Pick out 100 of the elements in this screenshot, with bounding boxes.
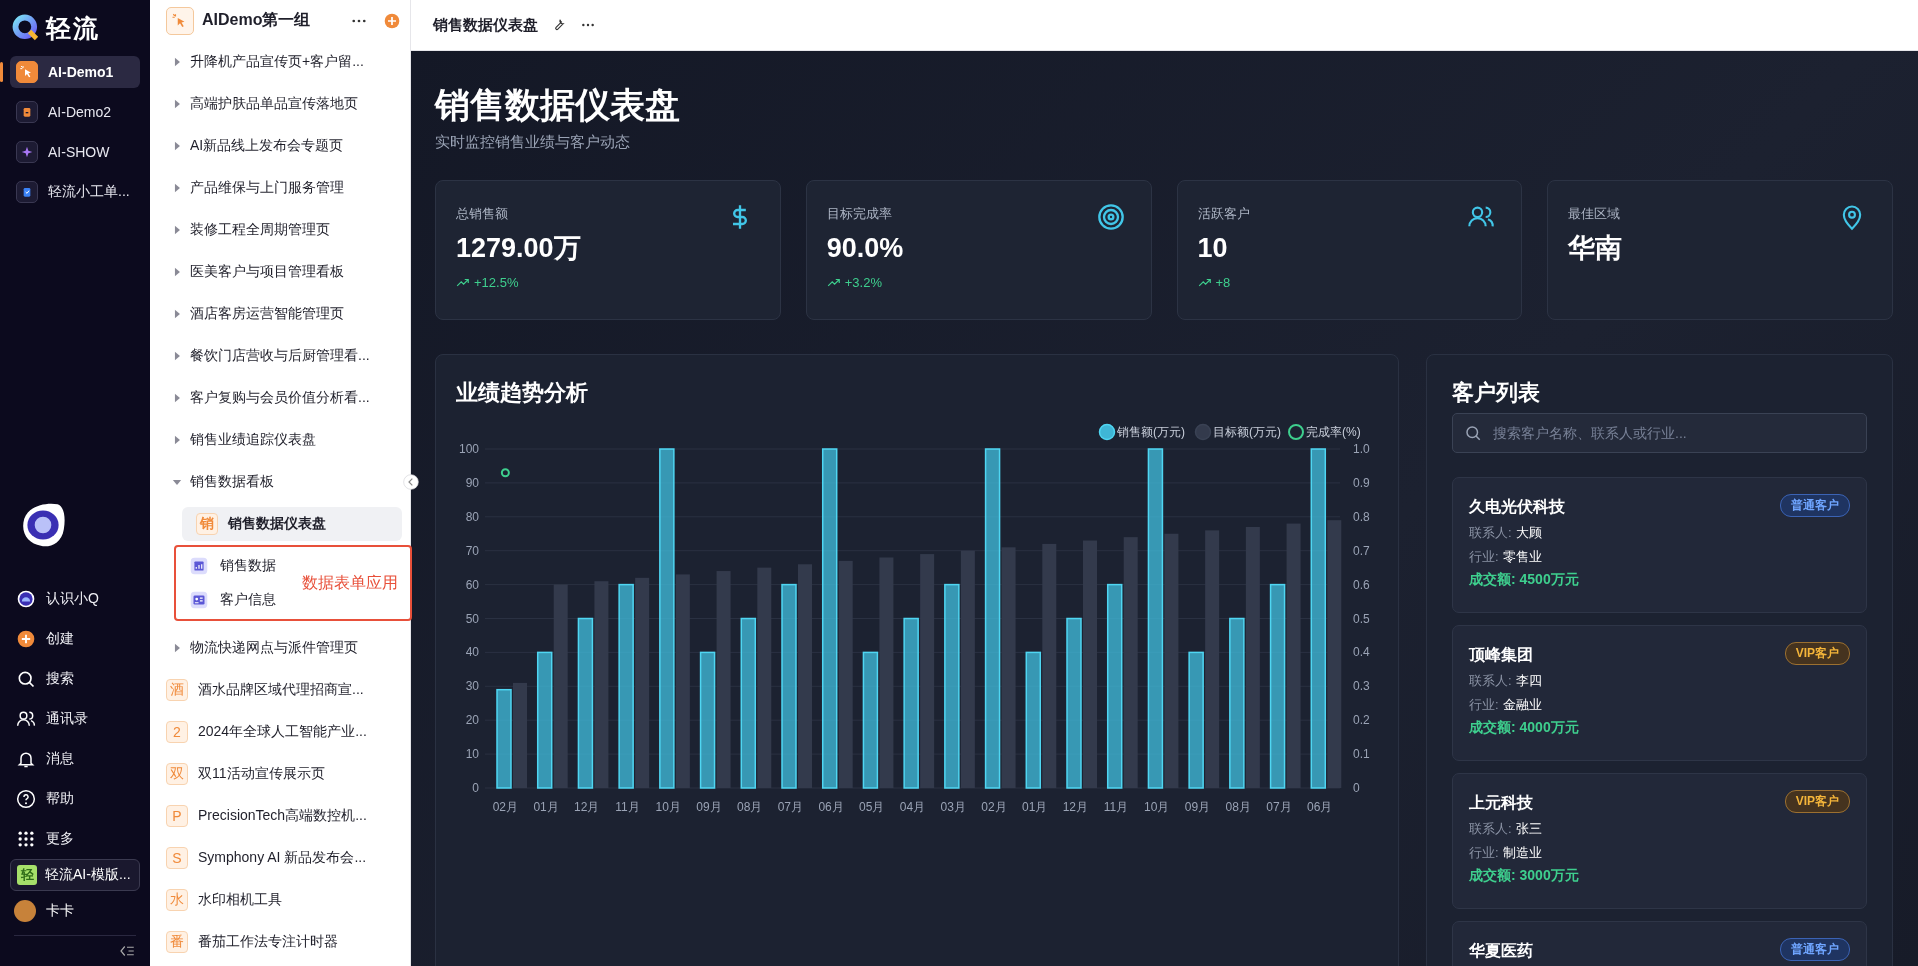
- axis-tick-label: 01月: [533, 800, 559, 814]
- axis-tick-label: 03月: [940, 800, 966, 814]
- customer-name: 华夏医药: [1469, 941, 1533, 961]
- axis-tick-label: 0.6: [1353, 577, 1370, 592]
- tree-item[interactable]: 销售数据: [176, 549, 276, 583]
- app-item[interactable]: AI-Demo1: [10, 56, 140, 88]
- axis-tick-label: 10月: [1144, 800, 1170, 814]
- axis-tick-label: 0.2: [1353, 713, 1370, 728]
- app-item[interactable]: AI-Demo2: [10, 96, 140, 128]
- tree-folder[interactable]: 酒店客房运营智能管理页: [150, 293, 410, 335]
- axis-tick-label: 60: [465, 577, 479, 592]
- tree-folder[interactable]: 餐饮门店营收与后厨管理看...: [150, 335, 410, 377]
- kpi-label: 活跃客户: [1197, 205, 1250, 223]
- axis-tick-label: 30: [465, 679, 479, 694]
- axis-tick-label: 05月: [859, 800, 885, 814]
- axis-tick-label: 1.0: [1353, 442, 1370, 456]
- tree-folder[interactable]: 销售数据看板: [150, 461, 410, 503]
- axis-tick-label: 07月: [1266, 800, 1292, 814]
- customer-name: 上元科技: [1469, 793, 1533, 813]
- axis-tick-label: 11月: [1103, 800, 1129, 814]
- tree-item[interactable]: S Symphony AI 新品发布会...: [150, 837, 410, 879]
- axis-tick-label: 02月: [981, 800, 1007, 814]
- axis-tick-label: 0.4: [1353, 645, 1370, 660]
- field-value: 制造业: [1502, 844, 1542, 862]
- template-item[interactable]: 轻 轻流AI-模版...: [10, 859, 140, 891]
- axis-tick-label: 0: [472, 781, 479, 795]
- page-title: 销售数据仪表盘: [433, 15, 538, 35]
- page-icon: S: [166, 847, 188, 869]
- customer-card[interactable]: 华夏医药 普通客户: [1452, 921, 1867, 966]
- nav-item[interactable]: 认识小Q: [16, 579, 134, 619]
- tree-item[interactable]: 酒 酒水品牌区域代理招商宣...: [150, 669, 410, 711]
- tree-folder[interactable]: 客户复购与会员价值分析看...: [150, 377, 410, 419]
- legend-marker: [1194, 423, 1212, 441]
- kpi-label: 总销售额: [456, 205, 508, 223]
- field-label: 行业:: [1469, 844, 1499, 862]
- tree-folder[interactable]: 产品维保与上门服务管理: [150, 167, 410, 209]
- tree-folder[interactable]: 销售业绩追踪仪表盘: [150, 419, 410, 461]
- tree-folder[interactable]: 装修工程全周期管理页: [150, 209, 410, 251]
- avatar-icon: [14, 900, 36, 922]
- target-icon: [1096, 203, 1125, 231]
- legend-label[interactable]: 目标额(万元): [1213, 425, 1281, 439]
- axis-tick-label: 0: [1353, 781, 1360, 795]
- axis-tick-label: 90: [465, 475, 479, 490]
- customer-tier-tag: 普通客户: [1780, 938, 1850, 961]
- deal-amount: 成交额: 3000万元: [1469, 867, 1579, 885]
- grid-icon: [16, 829, 36, 849]
- customer-card[interactable]: 久电光伏科技 普通客户 联系人: 大顾 行业: 零售业 成交额: 4500万元: [1452, 477, 1867, 613]
- nav-item[interactable]: 通讯录: [16, 699, 134, 739]
- axis-tick-label: 08月: [1225, 800, 1251, 814]
- tree-folder[interactable]: 高端护肤品单品宣传落地页: [150, 83, 410, 125]
- axis-tick-label: 10: [465, 747, 479, 762]
- tree-item[interactable]: 双 双11活动宣传展示页: [150, 753, 410, 795]
- tree-item[interactable]: 2 2024年全球人工智能产业...: [150, 711, 410, 753]
- axis-tick-label: 70: [465, 543, 479, 558]
- logo-icon: [12, 14, 40, 42]
- wrench-icon[interactable]: [552, 18, 566, 32]
- tree-item[interactable]: P PrecisionTech高端数控机...: [150, 795, 410, 837]
- tree-folder[interactable]: AI新品线上发布会专题页: [150, 125, 410, 167]
- kpi-value: 90.0%: [826, 232, 904, 265]
- tree-folder[interactable]: 医美客户与项目管理看板: [150, 251, 410, 293]
- legend-label[interactable]: 销售额(万元): [1117, 425, 1185, 439]
- tree-item[interactable]: 番 番茄工作法专注计时器: [150, 921, 410, 963]
- template-icon: 轻: [17, 865, 37, 885]
- kpi-label: 目标完成率: [826, 205, 892, 223]
- tree-item[interactable]: 销 销售数据仪表盘: [182, 507, 402, 541]
- user-item[interactable]: 卡卡: [0, 891, 150, 931]
- axis-tick-label: 0.3: [1353, 679, 1370, 694]
- axis-tick-label: 0.9: [1353, 475, 1370, 490]
- search-icon: [1464, 424, 1482, 442]
- axis-tick-label: 50: [465, 611, 479, 626]
- customer-tier-tag: 普通客户: [1780, 494, 1850, 517]
- tree-folder[interactable]: 升降机产品宣传页+客户留...: [150, 41, 410, 83]
- customer-card[interactable]: 上元科技 VIP客户 联系人: 张三 行业: 制造业 成交额: 3000万元: [1452, 773, 1867, 909]
- tree-item[interactable]: 客户信息: [176, 583, 276, 617]
- field-label: 联系人:: [1469, 524, 1512, 542]
- customer-tier-tag: VIP客户: [1784, 642, 1850, 665]
- annotation-label: 数据表单应用: [302, 572, 398, 593]
- search-field[interactable]: 搜索客户名称、联系人或行业...: [1452, 413, 1867, 453]
- nav-item[interactable]: 帮助: [16, 779, 134, 819]
- axis-tick-label: 100: [458, 442, 479, 456]
- axis-tick-label: 0.1: [1353, 747, 1370, 762]
- field-label: 联系人:: [1469, 672, 1512, 690]
- app-item[interactable]: 轻流小工单...: [10, 176, 140, 208]
- nav-item[interactable]: 消息: [16, 739, 134, 779]
- customer-name: 顶峰集团: [1469, 645, 1533, 665]
- nav-item[interactable]: 更多: [16, 819, 134, 859]
- collapse-handle-icon[interactable]: [403, 474, 419, 490]
- customer-card[interactable]: 顶峰集团 VIP客户 联系人: 李四 行业: 金融业 成交额: 4000万元: [1452, 625, 1867, 761]
- tree-folder[interactable]: 物流快递网点与派件管理页: [150, 627, 410, 669]
- nav-item[interactable]: 搜索: [16, 659, 134, 699]
- legend-label[interactable]: 完成率(%): [1306, 425, 1361, 439]
- kpi-trend: +12.5%: [474, 275, 519, 290]
- nav-item[interactable]: 创建: [16, 619, 134, 659]
- help-icon: [16, 789, 36, 809]
- axis-tick-label: 10月: [655, 800, 681, 814]
- data-point: [500, 468, 510, 478]
- axis-tick-label: 06月: [1306, 800, 1333, 814]
- app-item[interactable]: AI-SHOW: [10, 136, 140, 168]
- tree-item[interactable]: 水 水印相机工具: [150, 879, 410, 921]
- page-icon: 水: [166, 889, 188, 911]
